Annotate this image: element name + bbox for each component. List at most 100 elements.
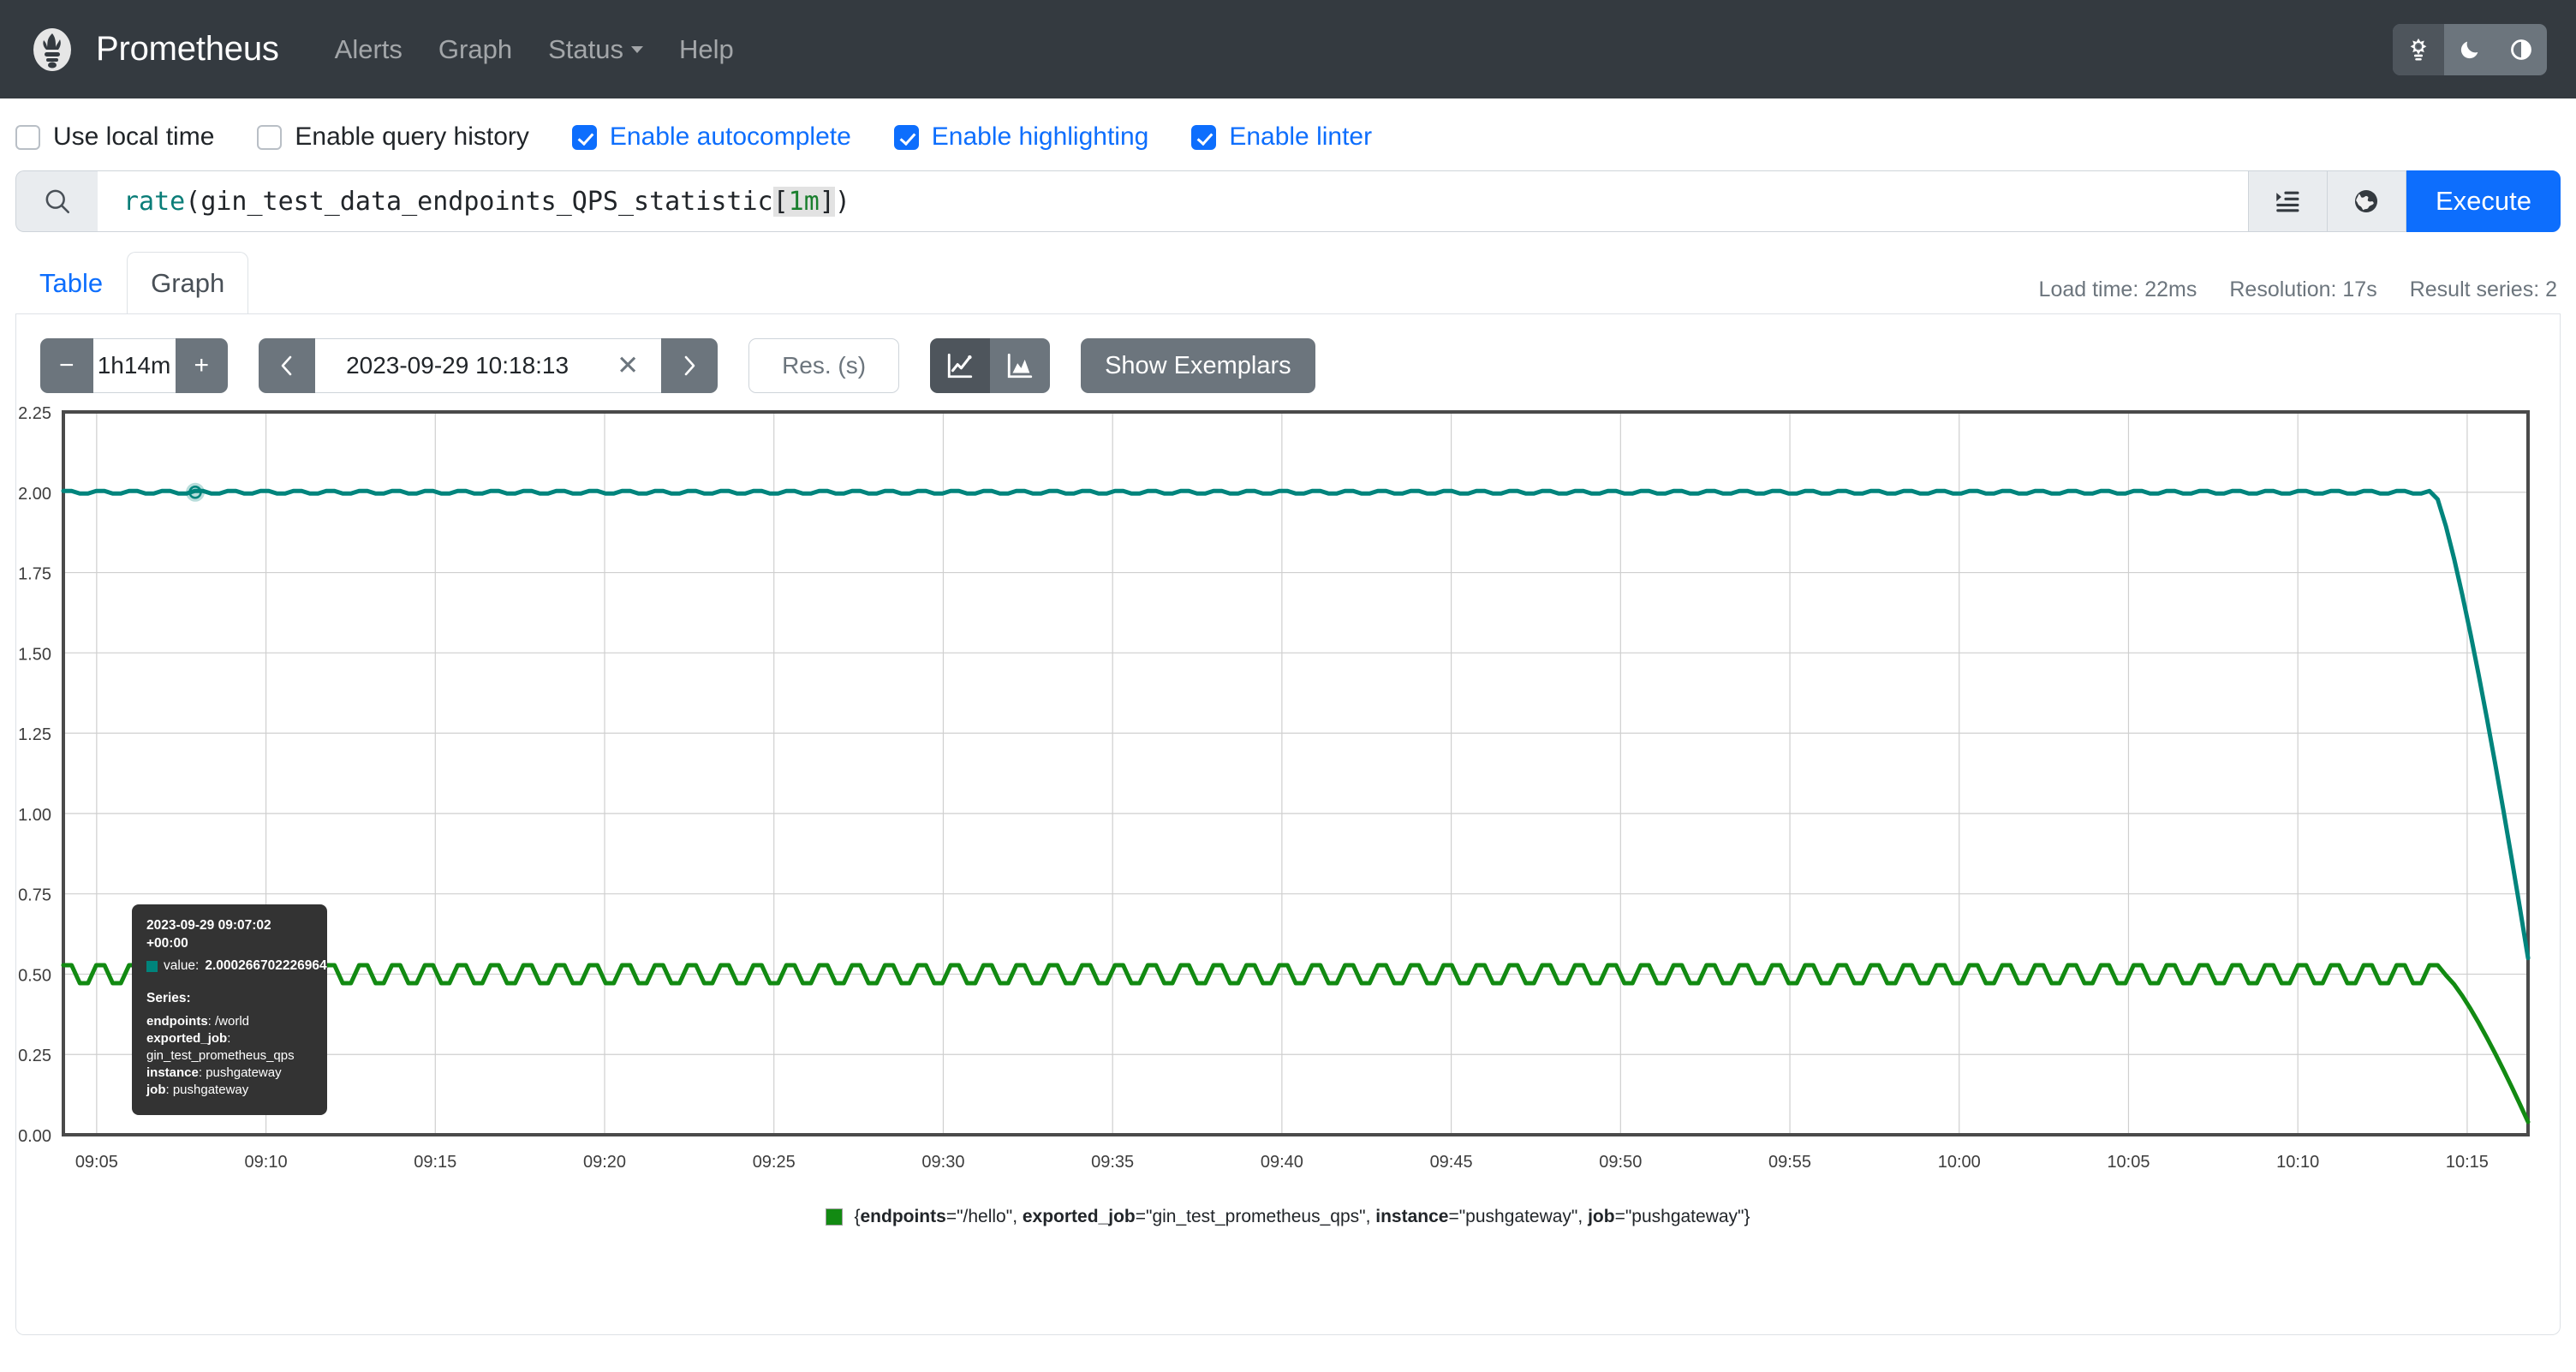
y-axis-tick-label: 0.50 — [18, 966, 51, 985]
metrics-explorer-button[interactable] — [2327, 170, 2406, 232]
option-enable-linter[interactable]: Enable linter — [1191, 122, 1372, 152]
chart-series-line — [61, 488, 2531, 961]
graph-controls: − 1h14m + 2023-09-29 10:18:13 ✕ Res. (s) — [16, 314, 2560, 393]
x-axis-tick-label: 09:45 — [1430, 1153, 1473, 1172]
nav-links: Alerts Graph Status Help — [317, 34, 752, 65]
stacked-area-chart-icon — [1007, 353, 1033, 379]
chart-type-line-button[interactable] — [930, 338, 991, 393]
option-enable-autocomplete[interactable]: Enable autocomplete — [571, 122, 851, 152]
chevron-right-icon — [684, 355, 695, 376]
time-prev-button[interactable] — [259, 338, 316, 393]
enable-linter-label: Enable linter — [1229, 122, 1373, 151]
range-input[interactable]: 1h14m — [92, 338, 176, 393]
option-enable-query-history[interactable]: Enable query history — [257, 122, 529, 152]
nav-link-help-label: Help — [678, 33, 734, 64]
time-input[interactable]: 2023-09-29 10:18:13 ✕ — [315, 338, 662, 393]
x-axis-tick-label: 10:10 — [2276, 1153, 2319, 1172]
chevron-down-icon — [630, 45, 643, 53]
theme-dark-button[interactable] — [2444, 24, 2496, 75]
globe-icon — [2355, 189, 2378, 213]
theme-toggle-group — [2393, 23, 2547, 75]
nav-link-graph[interactable]: Graph — [420, 34, 530, 65]
time-control-group: 2023-09-29 10:18:13 ✕ — [259, 338, 719, 393]
prometheus-logo-icon — [33, 27, 71, 71]
range-decrease-button[interactable]: − — [40, 338, 93, 393]
y-axis-tick-label: 1.00 — [18, 806, 51, 825]
enable-highlighting-checkbox[interactable] — [893, 124, 919, 150]
x-axis-tick-label: 09:50 — [1599, 1153, 1642, 1172]
y-axis-tick-label: 1.75 — [18, 565, 51, 584]
query-token-duration: 1m — [788, 186, 820, 217]
enable-query-history-checkbox[interactable] — [257, 124, 283, 150]
legend-key: endpoints — [860, 1207, 946, 1226]
execute-button-label: Execute — [2435, 186, 2531, 216]
line-chart-icon — [947, 353, 973, 379]
chart-type-toggle-group — [930, 338, 1051, 393]
range-increase-button[interactable]: + — [175, 338, 229, 393]
nav-link-help[interactable]: Help — [661, 34, 752, 65]
search-icon-container — [15, 170, 98, 232]
query-bar: rate(gin_test_data_endpoints_QPS_statist… — [15, 170, 2561, 232]
legend-key: job — [1588, 1207, 1615, 1226]
query-token-metric: gin_test_data_endpoints_QPS_statistic — [200, 186, 773, 217]
x-axis-tick-label: 10:00 — [1938, 1153, 1981, 1172]
execute-button[interactable]: Execute — [2406, 170, 2561, 232]
use-local-time-label: Use local time — [53, 122, 215, 151]
tab-table[interactable]: Table — [15, 252, 127, 315]
half-circle-icon — [2511, 39, 2531, 60]
chart-type-stacked-button[interactable] — [990, 338, 1051, 393]
y-axis-tick-label: 2.25 — [18, 405, 51, 423]
result-tabs: Table Graph Load time: 22ms Resolution: … — [0, 232, 2576, 315]
sun-icon — [2410, 38, 2427, 60]
tab-graph[interactable]: Graph — [127, 252, 249, 315]
query-options-row: Use local time Enable query history Enab… — [0, 98, 2576, 170]
y-axis-tick-label: 0.75 — [18, 886, 51, 905]
legend-color-swatch[interactable] — [826, 1208, 844, 1226]
x-axis-tick-label: 09:35 — [1091, 1153, 1134, 1172]
time-series-chart[interactable]: 0.00 0.25 0.50 0.75 1.00 1.25 1.50 1.75 2.00 2.25… — [16, 405, 2560, 1202]
tab-graph-label: Graph — [151, 268, 225, 298]
enable-autocomplete-checkbox[interactable] — [571, 124, 597, 150]
enable-linter-checkbox[interactable] — [1191, 124, 1217, 150]
resolution-input[interactable]: Res. (s) — [748, 338, 900, 393]
chart-series-line — [61, 963, 2531, 1124]
x-axis-tick-label: 09:55 — [1768, 1153, 1811, 1172]
query-token-open-paren: ( — [185, 186, 201, 217]
show-exemplars-button[interactable]: Show Exemplars — [1081, 338, 1315, 393]
legend-key: instance — [1375, 1207, 1449, 1226]
search-icon — [45, 189, 69, 214]
option-enable-highlighting[interactable]: Enable highlighting — [893, 122, 1149, 152]
query-bar-row: rate(gin_test_data_endpoints_QPS_statist… — [0, 170, 2576, 232]
legend-item[interactable]: {endpoints="/hello", exported_job="gin_t… — [854, 1207, 1750, 1227]
query-token-open-bracket: [ — [772, 186, 789, 217]
chart-legend: {endpoints="/hello", exported_job="gin_t… — [16, 1202, 2560, 1227]
moon-icon — [2460, 41, 2478, 58]
y-axis-tick-label: 2.00 — [18, 485, 51, 504]
resolution-placeholder: Res. (s) — [782, 352, 867, 379]
x-axis-tick-label: 10:15 — [2446, 1153, 2489, 1172]
legend-value: "pushgateway" — [1625, 1207, 1744, 1226]
enable-autocomplete-label: Enable autocomplete — [609, 122, 851, 151]
nav-link-alerts[interactable]: Alerts — [317, 34, 420, 65]
time-clear-icon[interactable]: ✕ — [617, 350, 639, 381]
nav-link-graph-label: Graph — [438, 33, 513, 64]
graph-panel: − 1h14m + 2023-09-29 10:18:13 ✕ Res. (s) — [15, 314, 2561, 1335]
query-stats: Load time: 22ms Resolution: 17s Result s… — [2039, 277, 2557, 302]
x-axis-tick-label: 09:05 — [75, 1153, 118, 1172]
y-axis-tick-label: 1.25 — [18, 725, 51, 744]
theme-light-button[interactable] — [2393, 23, 2444, 75]
x-axis-tick-label: 09:10 — [245, 1153, 288, 1172]
range-control-group: − 1h14m + — [40, 338, 229, 393]
x-axis-tick-label: 09:20 — [583, 1153, 626, 1172]
nav-link-status[interactable]: Status — [530, 34, 661, 65]
legend-key: exported_job — [1022, 1207, 1136, 1226]
brand[interactable]: Prometheus — [29, 27, 279, 73]
stat-result-series: Result series: 2 — [2409, 277, 2557, 301]
enable-highlighting-label: Enable highlighting — [931, 122, 1149, 151]
use-local-time-checkbox[interactable] — [15, 124, 40, 150]
option-use-local-time[interactable]: Use local time — [15, 122, 214, 152]
theme-auto-button[interactable] — [2496, 24, 2547, 75]
query-input[interactable]: rate(gin_test_data_endpoints_QPS_statist… — [98, 170, 2249, 232]
format-query-button[interactable] — [2248, 170, 2328, 232]
time-next-button[interactable] — [661, 338, 719, 393]
